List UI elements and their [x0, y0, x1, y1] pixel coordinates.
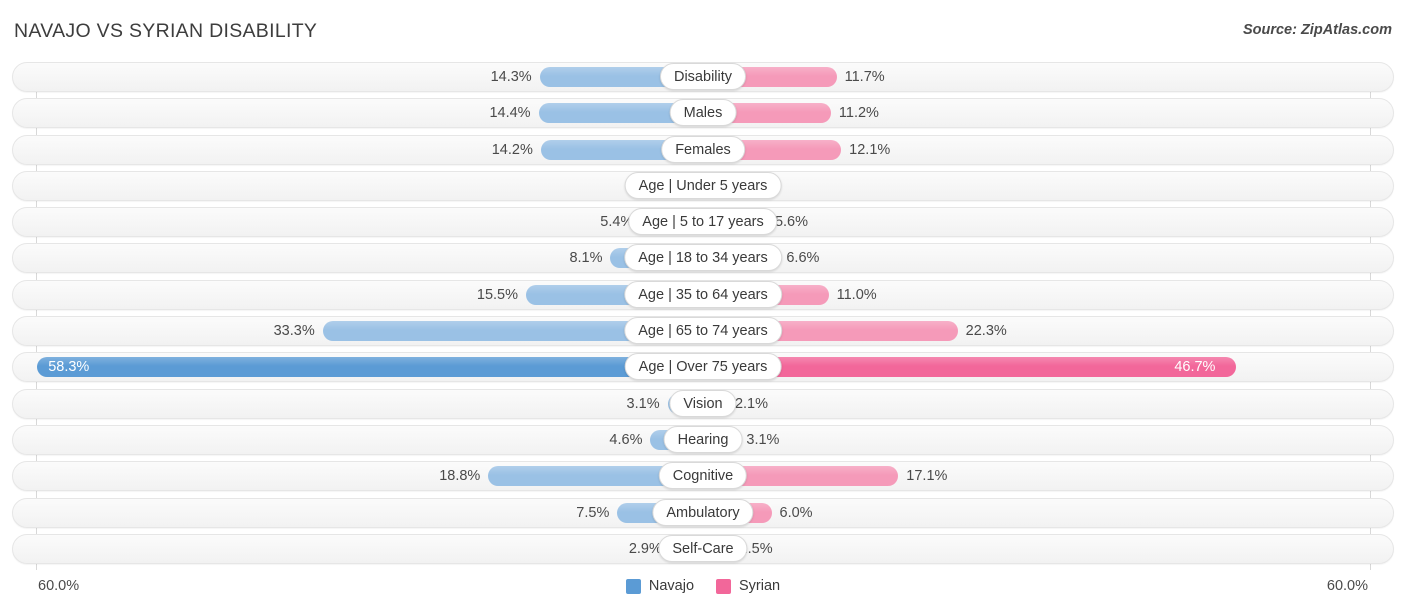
category-label-pill[interactable]: Females	[661, 135, 745, 163]
value-label-navajo: 8.1%	[569, 250, 603, 267]
value-label-navajo: 4.6%	[609, 431, 643, 448]
value-label-navajo: 33.3%	[273, 323, 315, 340]
value-label-syrian: 11.0%	[836, 286, 877, 303]
value-label-syrian: 46.7%	[1174, 359, 1216, 376]
category-label-pill[interactable]: Age | 5 to 17 years	[628, 208, 778, 236]
category-label-pill[interactable]: Males	[669, 99, 737, 127]
legend-swatch-icon	[625, 578, 641, 594]
table-row[interactable]: 14.4% 11.2% Males	[0, 98, 1406, 129]
value-label-syrian: 11.2%	[838, 105, 879, 122]
value-label-syrian: 12.1%	[849, 141, 891, 158]
value-label-syrian: 5.6%	[774, 214, 808, 231]
value-label-syrian: 22.3%	[965, 323, 1007, 340]
source-attribution: Source: ZipAtlas.com	[1242, 22, 1392, 38]
value-label-syrian: 2.1%	[734, 395, 769, 412]
table-row[interactable]: 58.3% 46.7% Age | Over 75 years	[0, 352, 1406, 383]
value-label-navajo: 14.3%	[490, 69, 532, 85]
table-row[interactable]: 8.1% 6.6% Age | 18 to 34 years	[0, 243, 1406, 274]
legend-item[interactable]: Syrian	[716, 578, 780, 594]
legend-item[interactable]: Navajo	[625, 578, 695, 594]
value-label-navajo: 15.5%	[476, 286, 518, 303]
table-row[interactable]: 2.9% 2.5% Self-Care	[0, 533, 1406, 564]
category-label-pill[interactable]: Age | 35 to 64 years	[624, 280, 782, 308]
value-label-navajo: 18.8%	[439, 468, 481, 485]
category-label-pill[interactable]: Ambulatory	[652, 498, 754, 526]
bar-syrian[interactable]	[703, 357, 1237, 378]
bar-navajo[interactable]	[37, 357, 703, 378]
category-label-pill[interactable]: Age | 18 to 34 years	[624, 244, 782, 272]
category-label-pill[interactable]: Age | Under 5 years	[624, 171, 782, 199]
value-label-syrian: 6.0%	[779, 504, 813, 521]
table-row[interactable]: 5.4% 5.6% Age | 5 to 17 years	[0, 207, 1406, 238]
value-label-syrian: 11.7%	[844, 69, 885, 85]
value-label-navajo: 3.1%	[626, 395, 660, 412]
table-row[interactable]: 4.6% 3.1% Hearing	[0, 424, 1406, 455]
value-label-syrian: 6.6%	[786, 250, 820, 267]
table-row[interactable]: 15.5% 11.0% Age | 35 to 64 years	[0, 279, 1406, 310]
table-row[interactable]: 1.6%1.3%Age | Under 5 years	[0, 170, 1406, 201]
category-label-pill[interactable]: Age | Over 75 years	[624, 353, 782, 381]
value-label-navajo: 14.2%	[491, 141, 533, 158]
table-row[interactable]: 14.2% 12.1% Females	[0, 134, 1406, 165]
table-row[interactable]: 7.5% 6.0% Ambulatory	[0, 497, 1406, 528]
legend-swatch-icon	[716, 578, 732, 594]
value-label-navajo: 14.4%	[489, 105, 531, 122]
chart-plot-area: 14.3% 11.7% Disability 14.4% 11.2% Males 14.2%…	[0, 62, 1406, 572]
page-title: NAVAJO VS SYRIAN DISABILITY	[14, 20, 318, 42]
value-label-navajo: 2.9%	[628, 540, 662, 557]
category-label-pill[interactable]: Disability	[659, 63, 747, 90]
table-row[interactable]: 33.3% 22.3% Age | 65 to 74 years	[0, 316, 1406, 347]
chart-header: NAVAJO VS SYRIAN DISABILITY Source: ZipA…	[0, 0, 1406, 60]
category-label-pill[interactable]: Vision	[669, 389, 737, 417]
category-label-pill[interactable]: Age | 65 to 74 years	[624, 317, 782, 345]
value-label-navajo: 7.5%	[576, 504, 610, 521]
chart-legend: Navajo Syrian	[0, 578, 1406, 594]
bar-rows-container: 14.3% 11.7% Disability 14.4% 11.2% Males 14.2%…	[0, 62, 1406, 570]
table-row[interactable]: 14.3% 11.7% Disability	[0, 62, 1406, 92]
legend-label: Navajo	[648, 578, 695, 594]
legend-label: Syrian	[739, 578, 781, 594]
category-label-pill[interactable]: Hearing	[663, 425, 743, 453]
chart-footer: 60.0% 60.0% Navajo Syrian	[0, 572, 1406, 612]
category-label-pill[interactable]: Cognitive	[658, 462, 748, 490]
table-row[interactable]: 3.1% 2.1% Vision	[0, 388, 1406, 419]
value-label-syrian: 3.1%	[746, 431, 780, 448]
category-label-pill[interactable]: Self-Care	[658, 534, 748, 562]
value-label-syrian: 17.1%	[906, 468, 948, 485]
table-row[interactable]: 18.8% 17.1% Cognitive	[0, 461, 1406, 492]
value-label-navajo: 58.3%	[48, 359, 90, 376]
